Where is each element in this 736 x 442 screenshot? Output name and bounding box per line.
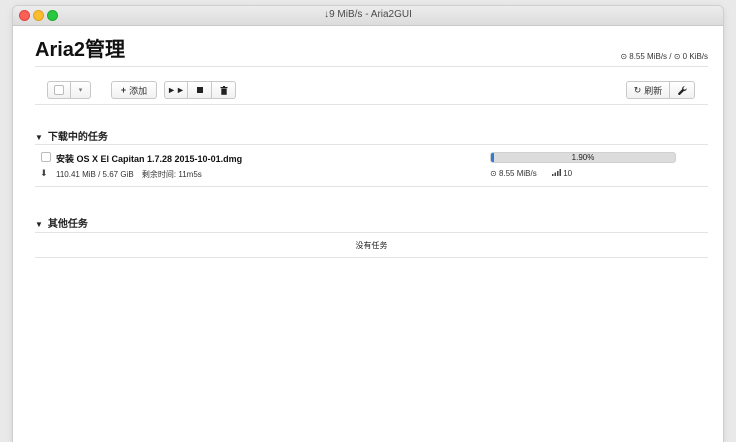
- plus-icon: +: [120, 85, 127, 95]
- section-divider: [35, 144, 708, 145]
- section-divider: [35, 257, 708, 258]
- window-title: ↓9 MiB/s - Aria2GUI: [324, 9, 412, 20]
- header-divider: [35, 66, 708, 67]
- task-connections: 10: [563, 169, 573, 178]
- settings-button[interactable]: [669, 81, 695, 99]
- refresh-icon: ↻: [633, 84, 642, 95]
- progress-percent: 1.90%: [571, 153, 595, 162]
- stop-button[interactable]: [188, 81, 212, 99]
- page-title: Aria2管理: [35, 39, 126, 61]
- no-tasks-message: 没有任务: [355, 241, 388, 250]
- downloading-section-header[interactable]: ▼ 下载中的任务: [35, 128, 108, 143]
- add-task-button[interactable]: + 添加: [111, 81, 157, 99]
- task-name: 安装 OS X El Capitan 1.7.28 2015-10-01.dmg: [56, 154, 243, 164]
- downloading-section-title: 下载中的任务: [47, 132, 108, 143]
- task-size: 110.41 MiB / 5.67 GiB: [56, 170, 134, 179]
- caret-down-icon: ▾: [78, 87, 83, 94]
- download-speed-icon: ⊙: [620, 52, 628, 61]
- task-progress-bar: 1.90%: [490, 152, 676, 163]
- task-size-info: 110.41 MiB / 5.67 GiB 剩余时间: 11m5s: [56, 169, 202, 180]
- global-download-speed: 8.55 MiB/s /: [629, 52, 674, 61]
- task-row-divider: [35, 186, 708, 187]
- select-all-group: ▾: [47, 81, 91, 99]
- chevron-down-icon: ▼: [35, 220, 43, 229]
- task-checkbox[interactable]: [41, 152, 51, 162]
- trash-icon: [220, 85, 227, 95]
- checkbox-square: [54, 85, 64, 95]
- select-dropdown-button[interactable]: ▾: [71, 81, 91, 99]
- global-upload-speed: 0 KiB/s: [682, 52, 708, 61]
- app-window: ↓9 MiB/s - Aria2GUI: [13, 6, 723, 442]
- fast-forward-icon: ►►: [167, 85, 185, 95]
- task-speed-info: ⊙ 8.55 MiB/s: [490, 169, 537, 178]
- task-actions-group: ►►: [164, 81, 236, 99]
- refresh-button[interactable]: ↻ 刷新: [626, 81, 670, 99]
- wrench-icon: [677, 85, 687, 95]
- title-bar: ↓9 MiB/s - Aria2GUI: [13, 6, 723, 26]
- download-icon: ⬇: [40, 168, 48, 178]
- section-divider: [35, 232, 708, 233]
- delete-button[interactable]: [212, 81, 236, 99]
- toolbar-divider: [35, 104, 708, 105]
- signal-bars-icon: [552, 169, 561, 176]
- chevron-down-icon: ▼: [35, 133, 43, 142]
- refresh-label: 刷新: [644, 85, 663, 96]
- task-speed: 8.55 MiB/s: [498, 169, 537, 178]
- other-tasks-section-title: 其他任务: [47, 219, 88, 230]
- select-all-checkbox[interactable]: [47, 81, 71, 99]
- task-connections-info: 10: [552, 169, 572, 178]
- other-tasks-section-header[interactable]: ▼ 其他任务: [35, 215, 88, 230]
- global-speed-summary: ⊙ 8.55 MiB/s / ⊙ 0 KiB/s: [620, 52, 708, 61]
- stop-icon: [196, 87, 203, 93]
- add-task-label: 添加: [129, 85, 148, 96]
- task-remaining-time: 剩余时间: 11m5s: [141, 170, 202, 179]
- upload-speed-icon: ⊙: [673, 52, 681, 61]
- resume-button[interactable]: ►►: [164, 81, 188, 99]
- speed-icon: ⊙: [490, 169, 497, 178]
